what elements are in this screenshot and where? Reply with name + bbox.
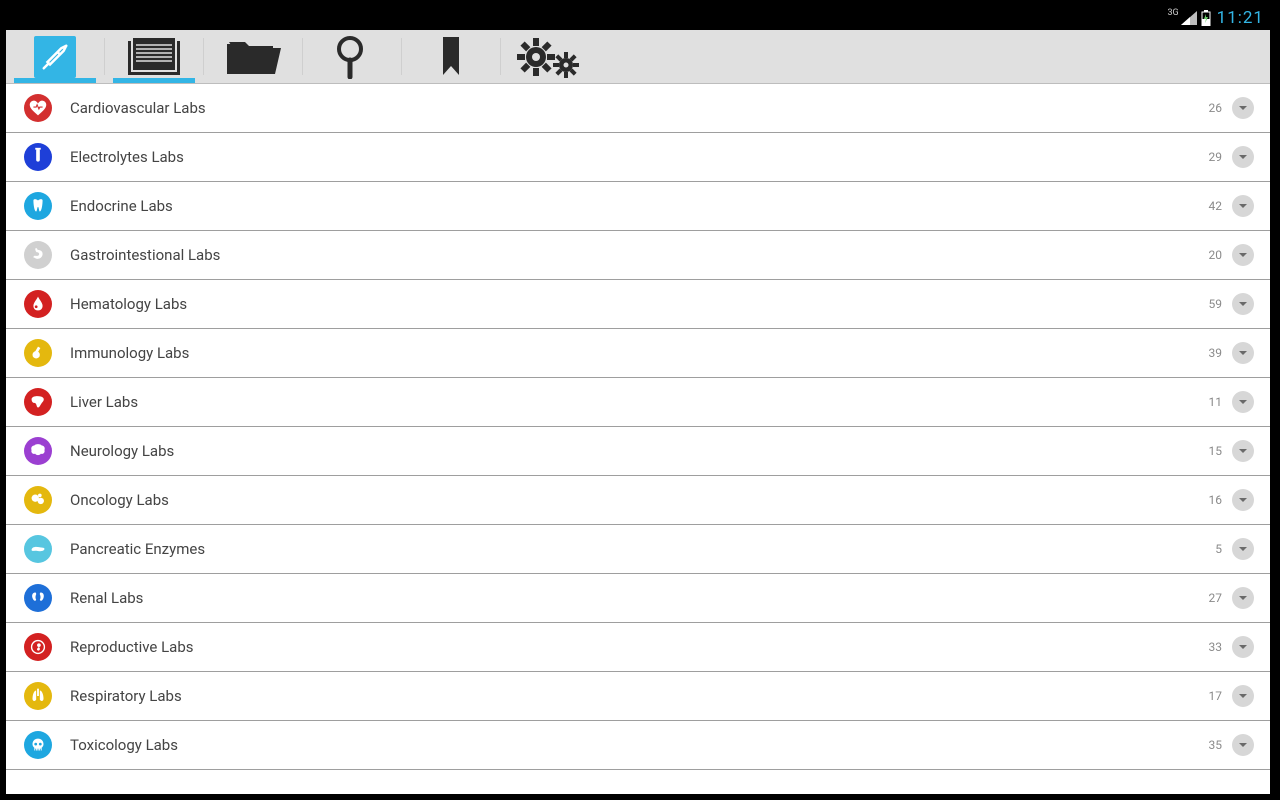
- heart-icon: [24, 94, 52, 122]
- category-label: Renal Labs: [70, 589, 1209, 607]
- expand-button[interactable]: [1232, 734, 1254, 756]
- category-row[interactable]: Endocrine Labs42: [6, 182, 1270, 231]
- expand-button[interactable]: [1232, 293, 1254, 315]
- category-count: 33: [1209, 640, 1223, 654]
- category-row[interactable]: Immunology Labs39: [6, 329, 1270, 378]
- category-row[interactable]: Respiratory Labs17: [6, 672, 1270, 721]
- top-toolbar: [6, 30, 1270, 84]
- tab-files[interactable]: [204, 30, 302, 83]
- expand-button[interactable]: [1232, 97, 1254, 119]
- tab-notes[interactable]: [105, 30, 203, 83]
- expand-button[interactable]: [1232, 342, 1254, 364]
- category-count: 17: [1209, 689, 1223, 703]
- expand-button[interactable]: [1232, 440, 1254, 462]
- category-count: 29: [1209, 150, 1223, 164]
- syringe-icon: [34, 36, 76, 78]
- network-type-label: 3G: [1167, 6, 1178, 18]
- category-row[interactable]: Neurology Labs15: [6, 427, 1270, 476]
- skull-icon: [24, 731, 52, 759]
- category-label: Toxicology Labs: [70, 736, 1209, 754]
- expand-button[interactable]: [1232, 636, 1254, 658]
- liver-icon: [24, 388, 52, 416]
- document-icon: [126, 37, 182, 77]
- expand-button[interactable]: [1232, 489, 1254, 511]
- category-label: Oncology Labs: [70, 491, 1209, 509]
- tab-search[interactable]: [303, 30, 401, 83]
- pancreas-icon: [24, 535, 52, 563]
- expand-button[interactable]: [1232, 146, 1254, 168]
- category-count: 39: [1209, 346, 1223, 360]
- kidneys-icon: [24, 584, 52, 612]
- category-label: Immunology Labs: [70, 344, 1209, 362]
- tab-home[interactable]: [6, 30, 104, 83]
- category-count: 5: [1215, 542, 1222, 556]
- battery-icon: [1201, 10, 1211, 26]
- category-row[interactable]: Reproductive Labs33: [6, 623, 1270, 672]
- category-label: Electrolytes Labs: [70, 148, 1209, 166]
- category-label: Respiratory Labs: [70, 687, 1209, 705]
- category-label: Pancreatic Enzymes: [70, 540, 1215, 558]
- tab-bookmark[interactable]: [402, 30, 500, 83]
- category-label: Gastrointestional Labs: [70, 246, 1209, 264]
- category-row[interactable]: Oncology Labs16: [6, 476, 1270, 525]
- category-count: 15: [1209, 444, 1223, 458]
- category-count: 16: [1209, 493, 1223, 507]
- category-label: Hematology Labs: [70, 295, 1209, 313]
- expand-button[interactable]: [1232, 195, 1254, 217]
- drop-icon: [24, 290, 52, 318]
- category-count: 35: [1209, 738, 1223, 752]
- tooth-icon: [24, 192, 52, 220]
- category-row[interactable]: Electrolytes Labs29: [6, 133, 1270, 182]
- category-row[interactable]: Gastrointestional Labs20: [6, 231, 1270, 280]
- category-label: Liver Labs: [70, 393, 1209, 411]
- search-icon: [334, 35, 370, 79]
- cells-icon: [24, 486, 52, 514]
- category-row[interactable]: Renal Labs27: [6, 574, 1270, 623]
- category-label: Endocrine Labs: [70, 197, 1209, 215]
- category-row[interactable]: Hematology Labs59: [6, 280, 1270, 329]
- expand-button[interactable]: [1232, 538, 1254, 560]
- category-label: Cardiovascular Labs: [70, 99, 1209, 117]
- category-row[interactable]: Liver Labs11: [6, 378, 1270, 427]
- category-count: 42: [1209, 199, 1223, 213]
- category-count: 11: [1209, 395, 1223, 409]
- category-row[interactable]: Toxicology Labs35: [6, 721, 1270, 770]
- category-count: 59: [1209, 297, 1223, 311]
- lungs-icon: [24, 682, 52, 710]
- status-bar: 3G 11:21: [6, 6, 1270, 30]
- stomach-icon: [24, 241, 52, 269]
- scope-icon: [24, 339, 52, 367]
- folder-icon: [225, 36, 281, 78]
- signal-icon: [1181, 11, 1197, 25]
- category-list[interactable]: Cardiovascular Labs26Electrolytes Labs29…: [6, 84, 1270, 770]
- bookmark-icon: [441, 37, 461, 77]
- fetus-icon: [24, 633, 52, 661]
- category-label: Neurology Labs: [70, 442, 1209, 460]
- tube-icon: [24, 143, 52, 171]
- expand-button[interactable]: [1232, 244, 1254, 266]
- clock-label: 11:21: [1217, 8, 1264, 28]
- gear-icon: [514, 35, 586, 79]
- tab-settings[interactable]: [501, 30, 599, 83]
- category-row[interactable]: Pancreatic Enzymes5: [6, 525, 1270, 574]
- brain-icon: [24, 437, 52, 465]
- category-count: 20: [1209, 248, 1223, 262]
- category-label: Reproductive Labs: [70, 638, 1209, 656]
- expand-button[interactable]: [1232, 587, 1254, 609]
- category-count: 26: [1209, 101, 1223, 115]
- category-count: 27: [1209, 591, 1223, 605]
- category-row[interactable]: Cardiovascular Labs26: [6, 84, 1270, 133]
- expand-button[interactable]: [1232, 685, 1254, 707]
- expand-button[interactable]: [1232, 391, 1254, 413]
